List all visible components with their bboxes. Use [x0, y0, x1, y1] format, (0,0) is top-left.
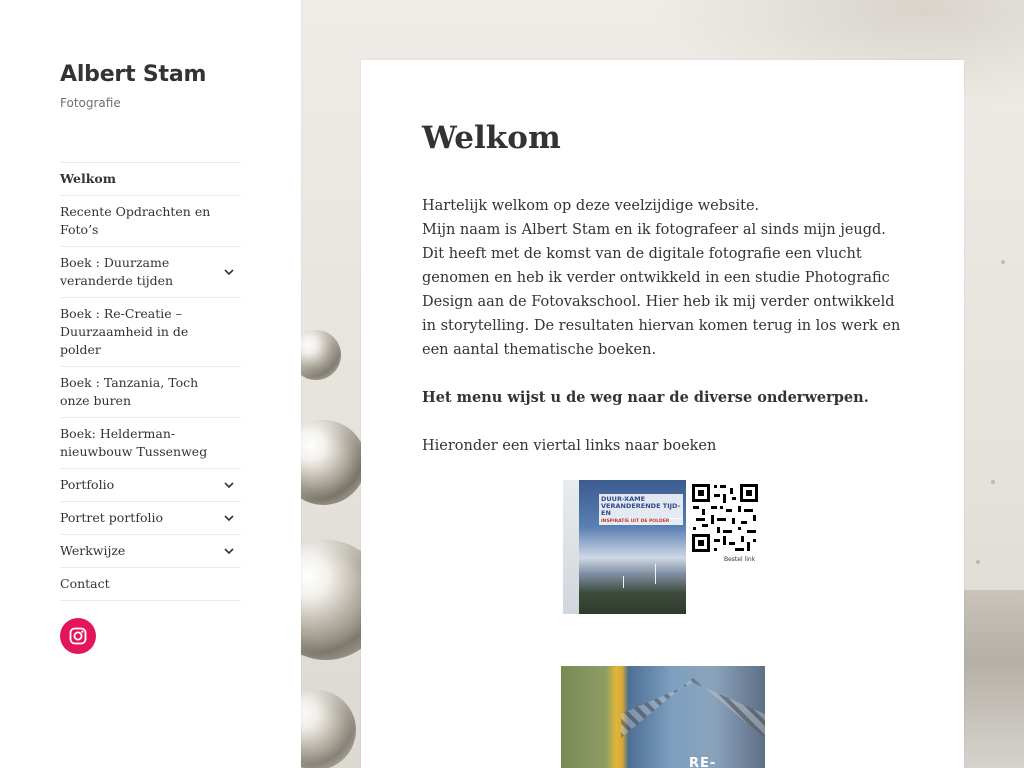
- chevron-down-icon[interactable]: [217, 473, 241, 497]
- nav-item-boek-helderman[interactable]: Boek: Helderman-nieuwbouw Tussenweg: [60, 418, 241, 469]
- page-title: Welkom: [422, 120, 561, 156]
- links-intro: Hieronder een viertal links naar boeken: [422, 438, 717, 454]
- nav-item-label: Boek: Helderman-nieuwbouw Tussenweg: [60, 426, 208, 459]
- nav-item-label: Portfolio: [60, 477, 115, 492]
- water-drop: [1001, 260, 1005, 264]
- wind-turbine: [655, 564, 656, 584]
- book-cover-re-creatie[interactable]: RE-CREATIE: [561, 666, 765, 768]
- nav-item-boek-duurzame[interactable]: Boek : Duurzame veranderde tijden: [60, 247, 241, 298]
- book-cover-text: RE-CREATIE: [689, 756, 717, 768]
- site-description: Fotografie: [60, 96, 121, 110]
- menu-hint-paragraph: Het menu wijst u de weg naar de diverse …: [422, 386, 904, 410]
- nav-item-portfolio[interactable]: Portfolio: [60, 469, 241, 502]
- main-navigation: Welkom Recente Opdrachten en Foto’s Boek…: [60, 162, 241, 601]
- bubble-image: [301, 420, 366, 505]
- site-title[interactable]: Albert Stam: [60, 60, 241, 90]
- instagram-link[interactable]: [60, 618, 96, 654]
- nav-item-werkwijze[interactable]: Werkwijze: [60, 535, 241, 568]
- qr-code-icon: [690, 482, 760, 554]
- qr-caption: Bestel link: [724, 556, 756, 563]
- bubble-image: [301, 330, 341, 380]
- nav-item-boek-re-creatie[interactable]: Boek : Re-Creatie – Duurzaamheid in de p…: [60, 298, 241, 367]
- nav-item-label: Portret portfolio: [60, 510, 163, 525]
- nav-item-portret-portfolio[interactable]: Portret portfolio: [60, 502, 241, 535]
- intro-line-1: Hartelijk welkom op deze veelzijdige web…: [422, 198, 760, 214]
- nav-item-label: Contact: [60, 576, 110, 591]
- wind-turbine: [623, 576, 624, 588]
- water-drop: [991, 480, 995, 484]
- article-content: Hartelijk welkom op deze veelzijdige web…: [422, 194, 904, 458]
- chevron-down-icon[interactable]: [217, 506, 241, 530]
- nav-item-label: Werkwijze: [60, 543, 126, 558]
- nav-item-label: Welkom: [60, 171, 116, 186]
- bubble-image: [301, 690, 356, 768]
- book-spine: [563, 480, 579, 614]
- nav-item-label: Boek : Re-Creatie – Duurzaamheid in de p…: [60, 306, 189, 357]
- nav-item-contact[interactable]: Contact: [60, 568, 241, 601]
- nav-item-recente-opdrachten[interactable]: Recente Opdrachten en Foto’s: [60, 196, 241, 247]
- nav-item-label: Boek : Tanzania, Toch onze buren: [60, 375, 199, 408]
- instagram-icon: [69, 627, 87, 645]
- nav-item-label: Boek : Duurzame veranderde tijden: [60, 255, 174, 288]
- book-subtitle: INSPIRATIE UIT DE POLDER: [599, 518, 683, 525]
- intro-line-2: Mijn naam is Albert Stam en ik fotografe…: [422, 222, 901, 358]
- book-cover-duurzame[interactable]: DUUR-XAME VERANDERENDE TIJD-EN INSPIRATI…: [563, 480, 686, 614]
- sidebar: Albert Stam Fotografie Welkom Recente Op…: [0, 0, 301, 768]
- qr-code[interactable]: [690, 482, 760, 554]
- nav-item-welkom[interactable]: Welkom: [60, 163, 241, 196]
- book-title: DUUR-XAME VERANDERENDE TIJD-EN: [599, 494, 683, 519]
- nav-item-boek-tanzania[interactable]: Boek : Tanzania, Toch onze buren: [60, 367, 241, 418]
- water-drop: [976, 560, 980, 564]
- chevron-down-icon[interactable]: [217, 260, 241, 284]
- menu-hint: Het menu wijst u de weg naar de diverse …: [422, 389, 869, 406]
- intro-paragraph: Hartelijk welkom op deze veelzijdige web…: [422, 194, 904, 362]
- book-cover-structure: [621, 678, 765, 738]
- article-card: Welkom Hartelijk welkom op deze veelzijd…: [361, 60, 964, 768]
- nav-item-label: Recente Opdrachten en Foto’s: [60, 204, 211, 237]
- chevron-down-icon[interactable]: [217, 539, 241, 563]
